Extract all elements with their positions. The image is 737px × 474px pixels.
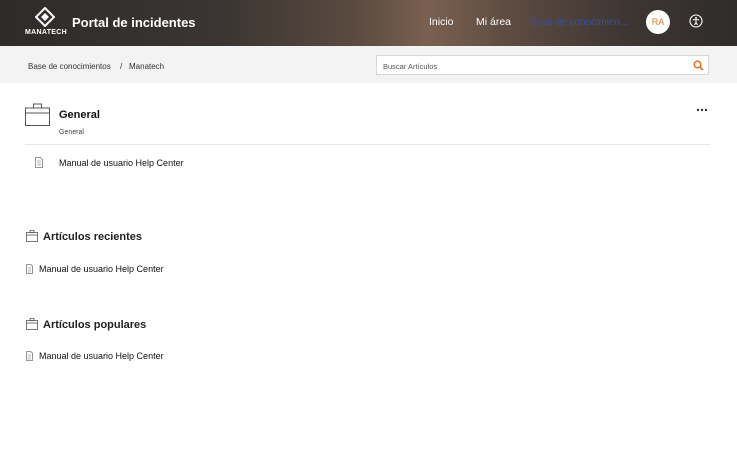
nav-base-de-conocimientos[interactable]: Base de conocimien... bbox=[530, 17, 635, 28]
recent-articles-title: Artículos recientes bbox=[43, 231, 143, 243]
popular-article-link[interactable]: Manual de usuario Help Center bbox=[39, 351, 164, 361]
nav-mi-area[interactable]: Mi área bbox=[476, 16, 511, 28]
briefcase-icon bbox=[26, 230, 38, 242]
breadcrumb-manatech[interactable]: Manatech bbox=[129, 62, 164, 71]
briefcase-icon bbox=[25, 103, 50, 126]
document-icon bbox=[26, 264, 33, 274]
divider bbox=[25, 144, 710, 145]
manatech-logo-icon bbox=[35, 7, 55, 27]
accessibility-icon[interactable] bbox=[689, 14, 703, 28]
breadcrumb-separator: / bbox=[120, 62, 123, 71]
category-title[interactable]: General bbox=[59, 109, 100, 121]
category-article-link[interactable]: Manual de usuario Help Center bbox=[59, 158, 184, 168]
category-subtitle: General bbox=[59, 129, 84, 136]
search-input[interactable] bbox=[377, 57, 683, 76]
document-icon bbox=[26, 351, 33, 361]
top-header: MANATECH Portal de incidentes Inicio Mi … bbox=[0, 0, 737, 46]
popular-articles-title: Artículos populares bbox=[43, 319, 147, 331]
search-box bbox=[376, 55, 709, 76]
breadcrumb-base-de-conocimientos[interactable]: Base de conocimientos bbox=[28, 62, 111, 71]
manatech-logo[interactable]: MANATECH bbox=[24, 7, 68, 41]
user-avatar[interactable]: RA bbox=[646, 10, 670, 34]
briefcase-icon bbox=[26, 318, 38, 330]
search-icon[interactable] bbox=[693, 60, 704, 71]
document-icon bbox=[35, 157, 43, 168]
portal-title[interactable]: Portal de incidentes bbox=[72, 15, 196, 30]
recent-article-link[interactable]: Manual de usuario Help Center bbox=[39, 264, 164, 274]
more-options-icon[interactable] bbox=[696, 107, 708, 113]
logo-text: MANATECH bbox=[25, 29, 67, 36]
nav-inicio[interactable]: Inicio bbox=[429, 16, 454, 28]
